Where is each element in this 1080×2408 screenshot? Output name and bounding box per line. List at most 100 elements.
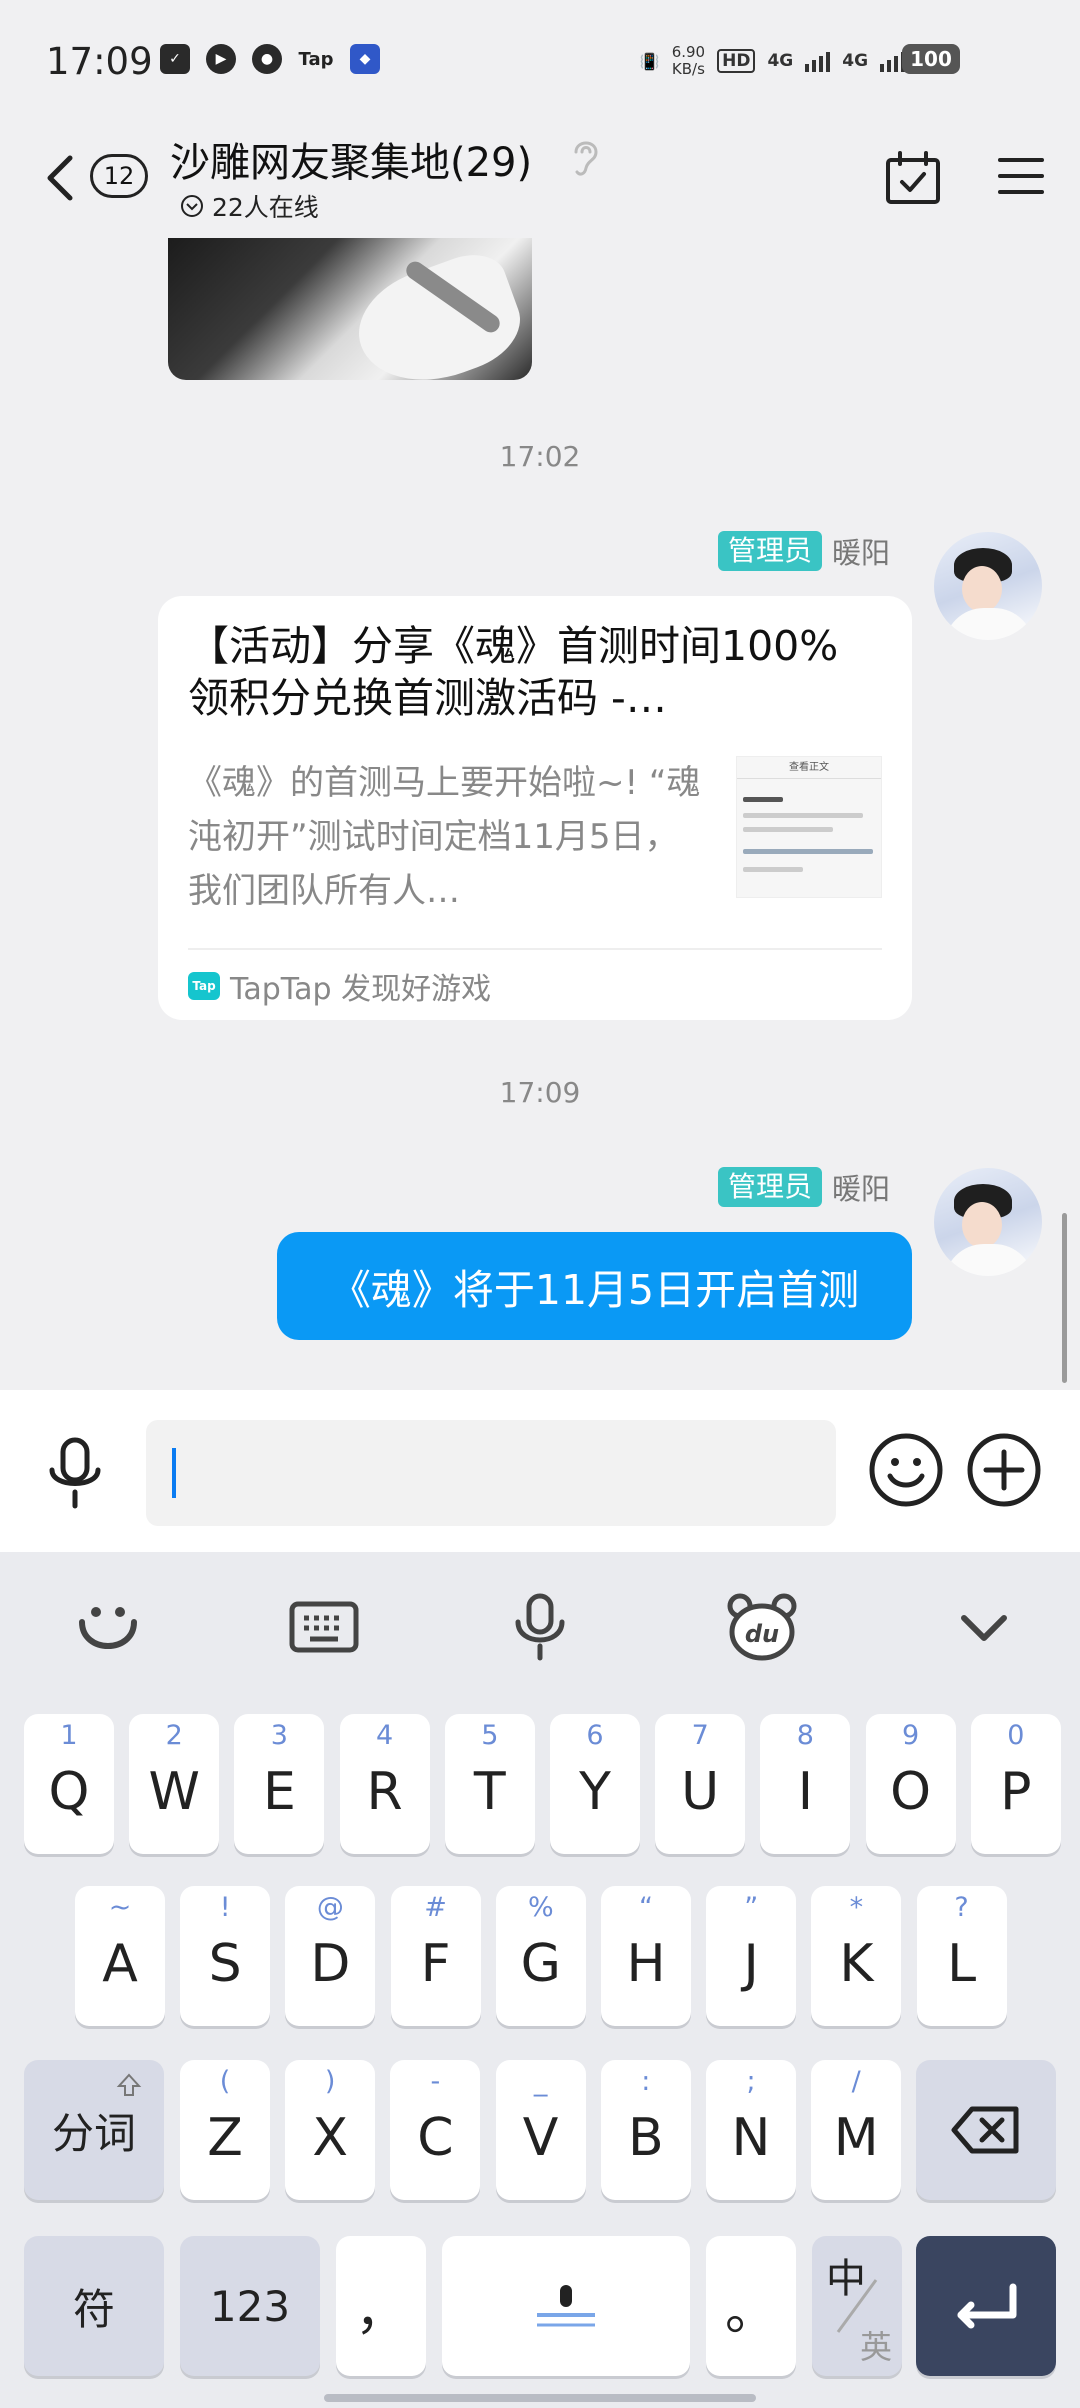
- baidu-bear-icon[interactable]: du: [724, 1592, 800, 1662]
- backspace-icon: [951, 2106, 1019, 2154]
- play-icon: ▶: [206, 44, 236, 74]
- key-hint: 1: [60, 1720, 78, 1751]
- key-hint: 0: [1007, 1720, 1025, 1751]
- key-label: V: [522, 2108, 559, 2168]
- key-b[interactable]: :B: [600, 2060, 691, 2200]
- key-hint: *: [849, 1892, 864, 1923]
- key-j[interactable]: ” J: [706, 1886, 797, 2026]
- card-source-label: TapTap 发现好游戏: [230, 972, 492, 1007]
- key-p[interactable]: 0P: [970, 1714, 1061, 1854]
- key-d[interactable]: @ D: [285, 1886, 376, 2026]
- plus-icon[interactable]: [966, 1432, 1042, 1508]
- sender-name[interactable]: 暖阳: [832, 530, 890, 572]
- composer-bar: [0, 1390, 1080, 1552]
- key-q[interactable]: 1Q: [24, 1714, 114, 1854]
- message-input[interactable]: [146, 1420, 836, 1526]
- space-mic-icon: [537, 2285, 595, 2327]
- key-hint: 5: [481, 1720, 499, 1751]
- key-x[interactable]: ) X: [285, 2060, 376, 2200]
- keyboard-layout-icon[interactable]: [286, 1592, 362, 1662]
- key-label: E: [262, 1762, 296, 1822]
- emoji-icon[interactable]: [868, 1432, 944, 1508]
- key-label: M: [833, 2108, 879, 2168]
- text-cursor: [172, 1448, 176, 1498]
- key-a[interactable]: ~ A: [75, 1886, 165, 2026]
- wechat-icon: ●: [252, 44, 282, 74]
- scrollbar[interactable]: [1062, 1213, 1067, 1383]
- keyboard-toolbar: du: [0, 1552, 1080, 1696]
- avatar[interactable]: [934, 1168, 1042, 1276]
- key-k[interactable]: * K: [811, 1886, 902, 2026]
- image-message[interactable]: [168, 238, 532, 380]
- key-hint: -: [430, 2066, 441, 2097]
- key-hint: ~: [108, 1892, 132, 1923]
- soft-keyboard: du 分词 符 123 ， 。 中 英 1 Q 2 W 3 E 4 R 5 T …: [0, 1552, 1080, 2408]
- key-hint: 6: [586, 1720, 604, 1751]
- thumb-heading: 查看正文: [737, 757, 881, 779]
- key-label: L: [947, 1934, 977, 1994]
- key-s[interactable]: ! S: [180, 1886, 271, 2026]
- period-key[interactable]: 。: [706, 2236, 796, 2376]
- card-source: Tap TapTap 发现好游戏: [188, 956, 491, 1016]
- home-indicator[interactable]: [324, 2394, 756, 2402]
- lang-secondary: 英: [859, 2328, 892, 2366]
- calendar-check-icon[interactable]: [884, 150, 942, 206]
- key-i[interactable]: 8I: [760, 1714, 851, 1854]
- card-description: 《魂》的首测马上要开始啦~! “魂沌初开”测试时间定档11月5日，我们团队所有人…: [188, 763, 701, 911]
- split-words-key[interactable]: 分词: [24, 2060, 164, 2200]
- key-label: G: [520, 1934, 561, 1994]
- key-g[interactable]: % G: [495, 1886, 586, 2026]
- key-o[interactable]: 9O: [865, 1714, 956, 1854]
- voice-keyboard-icon[interactable]: [502, 1592, 578, 1662]
- collapse-keyboard-icon[interactable]: [946, 1592, 1022, 1662]
- key-v[interactable]: _ V: [495, 2060, 586, 2200]
- voice-input-icon[interactable]: [44, 1436, 106, 1510]
- key-f[interactable]: # F: [390, 1886, 481, 2026]
- key-w[interactable]: 2W: [129, 1714, 220, 1854]
- numbers-key[interactable]: 123: [180, 2236, 320, 2376]
- network-speed: 6.90 KB/s: [671, 43, 706, 78]
- key-c[interactable]: -C: [390, 2060, 481, 2200]
- key-y[interactable]: 6Y: [550, 1714, 640, 1854]
- key-hint: 7: [691, 1720, 709, 1751]
- key-n[interactable]: ; N: [706, 2060, 796, 2200]
- enter-key[interactable]: [916, 2236, 1056, 2376]
- signal-label-1: 4G: [767, 51, 794, 71]
- ear-icon[interactable]: [568, 136, 602, 180]
- online-status[interactable]: 22人在线: [180, 188, 319, 224]
- key-label: U: [681, 1762, 720, 1822]
- key-z[interactable]: (Z: [180, 2060, 270, 2200]
- symbols-key[interactable]: 符: [24, 2236, 164, 2376]
- key-hint: 3: [270, 1720, 288, 1751]
- key-m[interactable]: / M: [811, 2060, 902, 2200]
- key-e[interactable]: 3E: [234, 1714, 325, 1854]
- sender-info: 管理员 暖阳: [717, 530, 890, 572]
- avatar[interactable]: [934, 532, 1042, 640]
- unread-count-badge[interactable]: 12: [90, 154, 148, 198]
- key-hint: _: [533, 2066, 548, 2097]
- key-label: H: [626, 1934, 666, 1994]
- chevron-down-icon: [181, 195, 203, 217]
- key-h[interactable]: “H: [601, 1886, 691, 2026]
- back-icon[interactable]: [40, 152, 80, 204]
- group-title[interactable]: 沙雕网友聚集地(29): [170, 130, 532, 188]
- key-hint: ?: [954, 1892, 969, 1923]
- space-key[interactable]: [442, 2236, 690, 2376]
- comma-key[interactable]: ，: [336, 2236, 426, 2376]
- language-switch-key[interactable]: 中 英: [812, 2236, 902, 2376]
- key-t[interactable]: 5T: [444, 1714, 535, 1854]
- menu-icon[interactable]: [998, 156, 1044, 196]
- key-u[interactable]: 7U: [655, 1714, 746, 1854]
- shared-link-card[interactable]: 【活动】分享《魂》首测时间100%领积分兑换首测激活码 -… 《魂》的首测马上要…: [158, 596, 912, 1020]
- chat-header: 12 沙雕网友聚集地(29) 22人在线: [0, 120, 1080, 238]
- signal-bars-icon: [805, 50, 831, 72]
- smiley-keyboard-icon[interactable]: [70, 1592, 146, 1662]
- sender-name[interactable]: 暖阳: [832, 1166, 890, 1208]
- backspace-key[interactable]: [916, 2060, 1056, 2200]
- text-message-bubble[interactable]: 《魂》将于11月5日开启首测: [277, 1232, 912, 1340]
- key-label: Y: [579, 1762, 611, 1822]
- key-l[interactable]: ? L: [916, 1886, 1007, 2026]
- key-label: O: [890, 1762, 932, 1822]
- key-r[interactable]: 4R: [339, 1714, 430, 1854]
- message-list[interactable]: 17:02 管理员 暖阳 【活动】分享《魂》首测时间100%领积分兑换首测激活码…: [0, 238, 1080, 1390]
